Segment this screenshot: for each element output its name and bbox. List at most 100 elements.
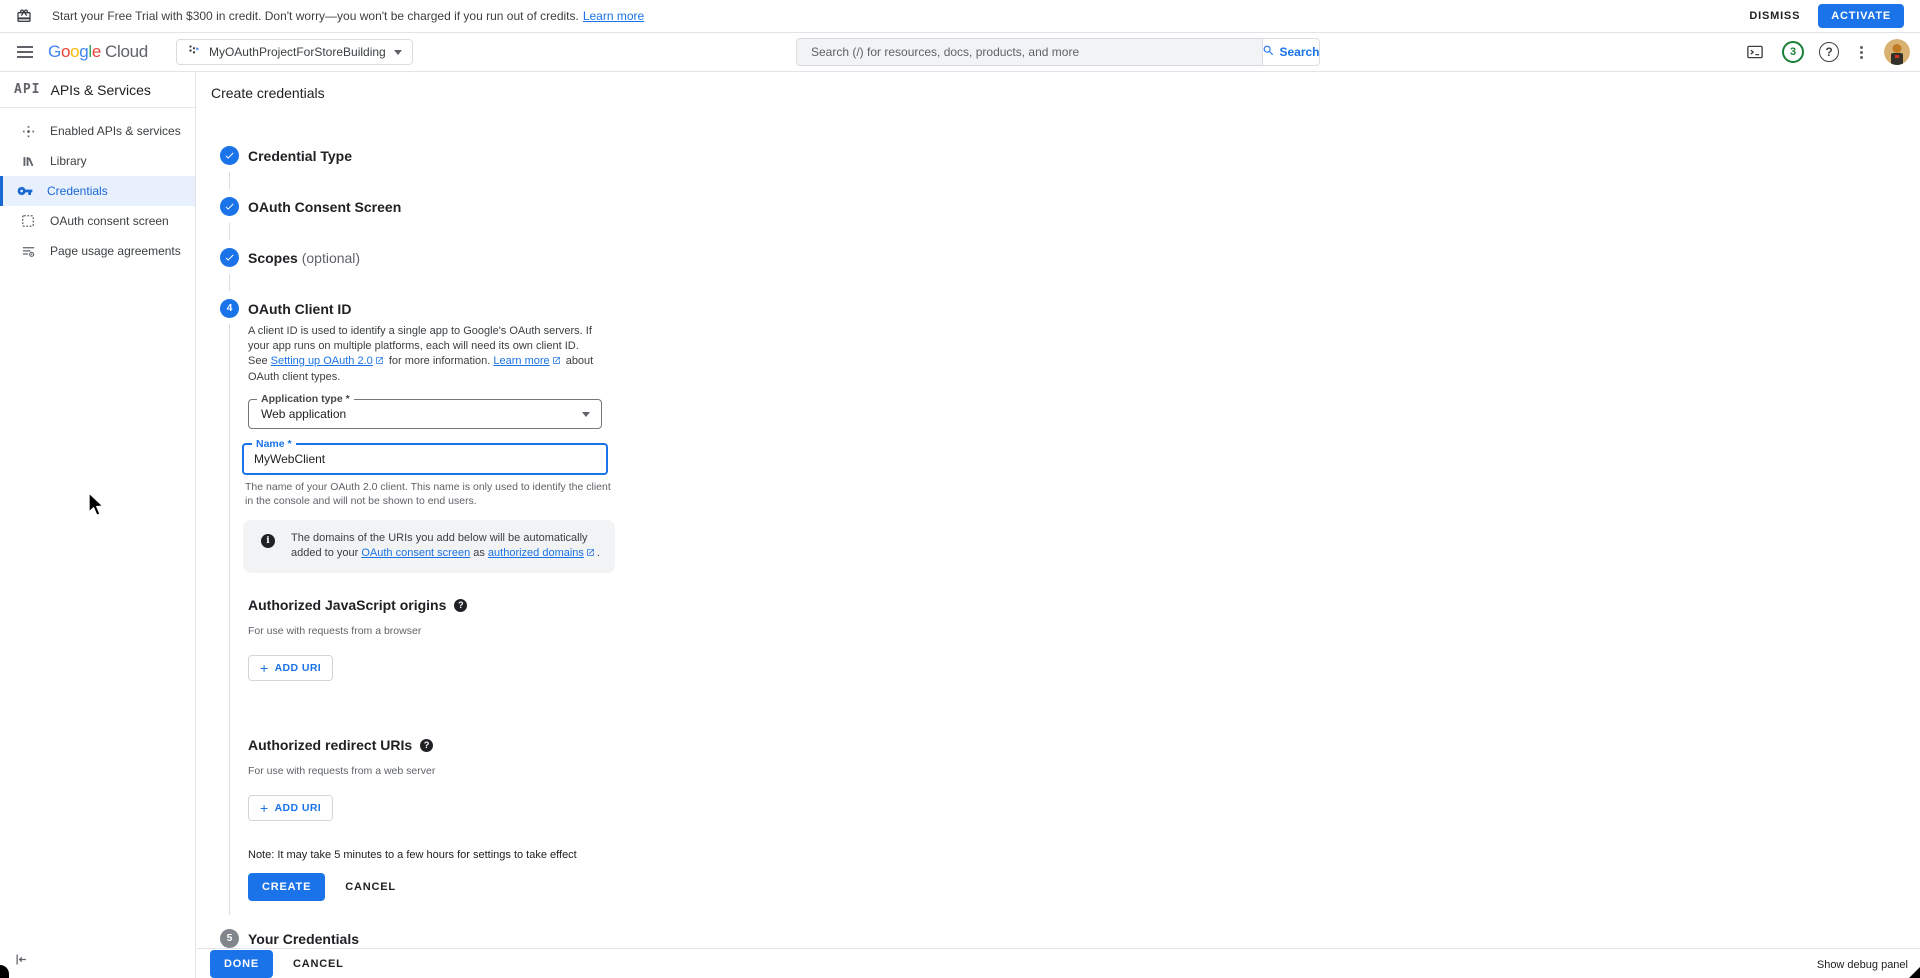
setting-up-oauth-link[interactable]: Setting up OAuth 2.0 <box>271 355 373 367</box>
activate-button[interactable]: ACTIVATE <box>1818 4 1904 28</box>
search-icon <box>1262 44 1275 60</box>
external-link-icon <box>552 355 561 370</box>
step-done-icon <box>220 197 239 216</box>
cloud-shell-icon[interactable] <box>1743 40 1767 64</box>
step-done-icon <box>220 248 239 267</box>
add-js-origin-uri-button[interactable]: + ADD URI <box>248 655 333 681</box>
sidebar-item-label: OAuth consent screen <box>50 214 169 228</box>
sidebar-item-library[interactable]: Library <box>0 146 195 176</box>
step-label: Your Credentials <box>248 931 359 947</box>
oauth-consent-screen-link[interactable]: OAuth consent screen <box>361 547 470 559</box>
logo-cloud-text: Cloud <box>105 42 148 61</box>
step-done-icon <box>220 146 239 165</box>
help-icon[interactable]: ? <box>1819 42 1839 62</box>
step-scopes: Scopes (optional) <box>211 248 1920 267</box>
step-connector <box>229 172 230 189</box>
add-redirect-uri-button[interactable]: + ADD URI <box>248 795 333 821</box>
application-type-select[interactable]: Application type * Web application <box>248 399 602 429</box>
js-origins-section: Authorized JavaScript origins ? <box>248 597 649 613</box>
page-title: Create credentials <box>211 85 1920 101</box>
search-bar: Search <box>796 38 1320 66</box>
settings-note: Note: It may take 5 minutes to a few hou… <box>248 849 649 861</box>
info-icon: i <box>261 534 275 548</box>
collapse-sidebar-icon[interactable] <box>14 952 29 972</box>
sidebar-item-credentials[interactable]: Credentials <box>0 176 195 206</box>
menu-icon[interactable] <box>14 41 36 63</box>
trial-banner: Start your Free Trial with $300 in credi… <box>0 0 1920 33</box>
consent-screen-icon <box>20 213 36 229</box>
sidebar-header: API APIs & Services <box>0 72 195 108</box>
library-icon <box>20 153 36 169</box>
redirect-uris-section: Authorized redirect URIs ? <box>248 737 649 753</box>
stepper: Credential Type OAuth Consent Screen Sco… <box>211 146 1920 948</box>
plus-icon: + <box>260 803 269 813</box>
notifications-badge[interactable]: 3 <box>1782 41 1804 63</box>
debug-corner-handle[interactable] <box>1909 967 1920 978</box>
external-link-icon <box>375 355 384 370</box>
sidebar-title: APIs & Services <box>50 82 150 98</box>
plus-icon: + <box>260 663 269 673</box>
search-input[interactable] <box>796 38 1262 66</box>
trial-banner-text: Start your Free Trial with $300 in credi… <box>52 9 579 23</box>
learn-more-link[interactable]: Learn more <box>583 9 644 23</box>
step-label: OAuth Consent Screen <box>248 199 401 215</box>
search-button[interactable]: Search <box>1262 38 1320 66</box>
sidebar-item-label: Credentials <box>47 184 108 198</box>
project-selector[interactable]: MyOAuthProjectForStoreBuilding <box>176 39 413 65</box>
logo-letter: G <box>48 42 61 61</box>
sidebar-item-label: Enabled APIs & services <box>50 124 181 138</box>
logo-letter: o <box>70 42 79 61</box>
step-label: Scopes (optional) <box>248 250 360 266</box>
gift-icon <box>16 8 32 24</box>
learn-more-oauth-link[interactable]: Learn more <box>493 355 549 367</box>
sidebar: API APIs & Services Enabled APIs & servi… <box>0 72 196 978</box>
sidebar-item-label: Page usage agreements <box>50 244 181 258</box>
search-button-label: Search <box>1279 45 1319 59</box>
project-name: MyOAuthProjectForStoreBuilding <box>209 45 386 59</box>
application-type-label: Application type * <box>257 394 354 405</box>
footer-bar: DONE CANCEL <box>197 948 1920 978</box>
show-debug-panel[interactable]: Show debug panel <box>1817 959 1908 971</box>
sidebar-item-oauth-consent[interactable]: OAuth consent screen <box>0 206 195 236</box>
client-name-helper: The name of your OAuth 2.0 client. This … <box>245 480 617 508</box>
chevron-down-icon <box>582 412 590 417</box>
step-your-credentials: 5 Your Credentials <box>211 929 1920 948</box>
avatar[interactable] <box>1884 39 1910 65</box>
sidebar-item-label: Library <box>50 154 87 168</box>
google-cloud-logo[interactable]: GoogleCloud <box>48 42 148 62</box>
redirect-uris-help-icon[interactable]: ? <box>420 739 433 752</box>
authorized-domains-link[interactable]: authorized domains <box>488 547 584 559</box>
project-icon <box>187 43 201 62</box>
redirect-uris-subtitle: For use with requests from a web server <box>248 765 649 777</box>
step-number-icon: 4 <box>220 299 239 318</box>
redirect-uris-title: Authorized redirect URIs <box>248 737 412 753</box>
step-oauth-client-id: 4 OAuth Client ID <box>211 299 1920 318</box>
sidebar-item-page-usage[interactable]: Page usage agreements <box>0 236 195 266</box>
done-button[interactable]: DONE <box>210 950 273 978</box>
application-type-value: Web application <box>249 407 346 421</box>
sidebar-nav: Enabled APIs & services Library Credenti… <box>0 116 195 266</box>
cancel-button[interactable]: CANCEL <box>335 875 406 899</box>
step-optional-suffix: (optional) <box>302 250 360 266</box>
dismiss-button[interactable]: DISMISS <box>1739 4 1810 28</box>
create-button[interactable]: CREATE <box>248 873 325 901</box>
js-origins-subtitle: For use with requests from a browser <box>248 625 649 637</box>
client-name-field: Name * <box>242 443 608 475</box>
step-connector <box>229 274 230 291</box>
main-content: Create credentials Credential Type OAuth… <box>197 72 1920 948</box>
more-options-icon[interactable] <box>1854 44 1869 61</box>
js-origins-help-icon[interactable]: ? <box>454 599 467 612</box>
step-number-icon: 5 <box>220 929 239 948</box>
api-logo: API <box>14 82 40 97</box>
oauth-client-form: A client ID is used to identify a single… <box>229 324 649 915</box>
step-consent-screen: OAuth Consent Screen <box>211 197 1920 216</box>
external-link-icon <box>586 547 595 562</box>
logo-letter: o <box>61 42 70 61</box>
step-label: Credential Type <box>248 148 352 164</box>
client-name-input[interactable] <box>244 452 570 466</box>
logo-letter: e <box>92 42 101 61</box>
footer-cancel-button[interactable]: CANCEL <box>283 952 354 976</box>
sidebar-item-enabled-apis[interactable]: Enabled APIs & services <box>0 116 195 146</box>
step-credential-type: Credential Type <box>211 146 1920 165</box>
js-origins-title: Authorized JavaScript origins <box>248 597 446 613</box>
